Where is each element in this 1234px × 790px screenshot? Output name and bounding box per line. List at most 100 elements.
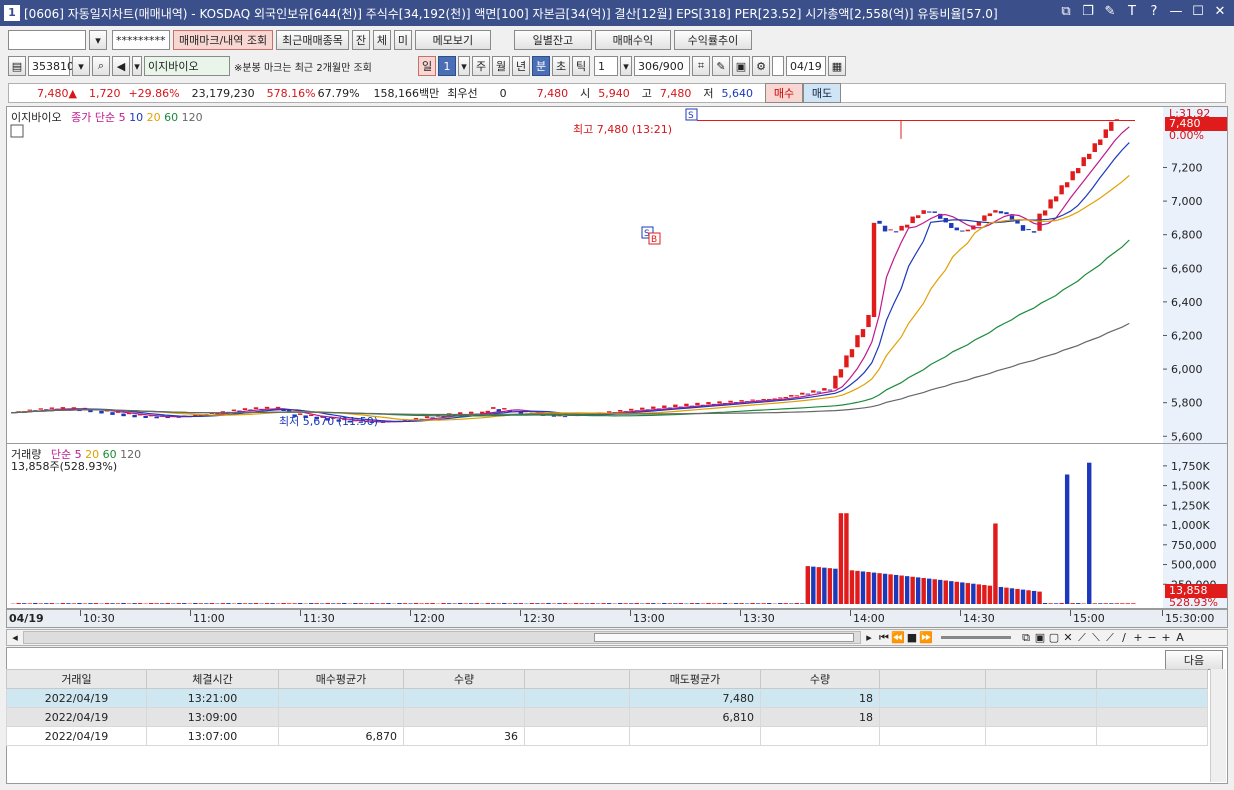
draw-icon[interactable]: ✎ xyxy=(712,56,730,76)
trend-line-icon[interactable]: ⟋ xyxy=(1075,631,1089,645)
col-buy-avg[interactable]: 매수평균가 xyxy=(278,669,404,689)
account-dropdown-icon[interactable]: ▾ xyxy=(89,30,107,50)
volume-bar xyxy=(739,603,744,604)
speaker-dropdown-icon[interactable]: ▾ xyxy=(132,56,142,76)
calendar-icon[interactable]: ▦ xyxy=(828,56,846,76)
volume-bar xyxy=(402,603,408,604)
toolbar-2: ▤ 353810 ▾ ⌕ ◀ ▾ 이지바이오 ※분봉 마크는 최근 2개월만 조… xyxy=(8,56,1234,76)
price-axis-label: 6,800 xyxy=(1171,229,1203,242)
trade-mark-query-button[interactable]: 매매마크/내역 조회 xyxy=(173,30,274,50)
candle xyxy=(1075,168,1081,174)
buy-button[interactable]: 매수 xyxy=(765,83,804,103)
col-buy-qty[interactable]: 수량 xyxy=(403,669,525,689)
chart-nav-bar: ◂ ▸ ⏮ ⏪ ■ ⏩ ⧉ ▣ ▢ ✕ ⟋ ⟍ ⟋ ∕ + − + A xyxy=(6,629,1228,646)
speaker-icon[interactable]: ◀ xyxy=(112,56,130,76)
period-day-button[interactable]: 일 xyxy=(418,56,436,76)
stop-icon[interactable]: ■ xyxy=(905,631,919,644)
indicator-icon[interactable]: ⌗ xyxy=(692,56,710,76)
memo-button[interactable]: 메모보기 xyxy=(414,30,491,50)
table-row[interactable]: 2022/04/19 13:09:00 6,810 18 xyxy=(6,707,1208,727)
col-exec-time[interactable]: 체결시간 xyxy=(146,669,279,689)
search-icon[interactable]: ⌕ xyxy=(92,56,110,76)
volume-bar xyxy=(866,572,871,604)
sell-button[interactable]: 매도 xyxy=(803,83,842,103)
period-second-button[interactable]: 초 xyxy=(552,56,570,76)
chart-scrollbar[interactable] xyxy=(23,631,861,644)
ray-icon[interactable]: ∕ xyxy=(1117,631,1131,644)
recent-trades-button[interactable]: 최근매매종목 xyxy=(276,30,349,50)
angle-icon[interactable]: ⟋ xyxy=(1103,631,1117,645)
period-dropdown-icon[interactable]: ▾ xyxy=(458,56,470,76)
settings-gear-icon[interactable]: ⚙ xyxy=(752,56,770,76)
text-icon[interactable]: A xyxy=(1173,631,1187,644)
code-dropdown-icon[interactable]: ▾ xyxy=(72,56,90,76)
volume-bar xyxy=(827,568,833,604)
quote-vol-ratio: 578.16% xyxy=(266,86,316,100)
account-input[interactable] xyxy=(8,30,86,50)
save-icon[interactable]: ▣ xyxy=(732,56,750,76)
volume-bar xyxy=(877,573,882,604)
table-row[interactable]: 2022/04/19 13:07:00 6,870 36 xyxy=(6,726,1208,746)
zoom-out-icon[interactable]: − xyxy=(1145,631,1159,644)
help-icon[interactable]: ? xyxy=(1146,4,1162,19)
scroll-thumb[interactable] xyxy=(594,633,854,642)
interval-dropdown-icon[interactable]: ▾ xyxy=(620,56,632,76)
candle xyxy=(264,406,270,409)
next-icon[interactable]: ⏩ xyxy=(919,631,933,644)
pin-icon[interactable]: ✎ xyxy=(1102,4,1118,19)
volume-bar xyxy=(308,603,314,604)
col-sell-avg[interactable]: 매도평균가 xyxy=(629,669,761,689)
copy-window-icon[interactable]: ❐ xyxy=(1080,4,1096,19)
table-row[interactable]: 2022/04/19 13:21:00 7,480 18 xyxy=(6,688,1208,708)
period-minute-button[interactable]: 분 xyxy=(532,56,550,76)
trade-profit-button[interactable]: 매매수익 xyxy=(594,30,671,50)
candle xyxy=(424,416,430,419)
zoom-box-icon[interactable]: ▣ xyxy=(1033,631,1047,644)
table-cell: 6,870 xyxy=(278,726,404,746)
table-cell xyxy=(879,707,986,727)
col-sell-qty[interactable]: 수량 xyxy=(760,669,880,689)
price-chart[interactable]: 7,200 7,000 6,800 6,600 6,400 6,200 6,000 5,800… xyxy=(7,107,1227,443)
prev-icon[interactable]: ⏪ xyxy=(891,631,905,644)
period-year-button[interactable]: 년 xyxy=(512,56,530,76)
volume-bar xyxy=(1125,603,1131,604)
next-page-button[interactable]: 다음 xyxy=(1165,650,1223,670)
daily-balance-button[interactable]: 일별잔고 xyxy=(513,30,592,50)
maximize-icon[interactable]: ☐ xyxy=(1190,4,1206,19)
balance-button[interactable]: 잔 xyxy=(351,30,370,50)
table-scrollbar[interactable] xyxy=(1210,669,1226,782)
zoom-fit-icon[interactable]: ⧉ xyxy=(1019,631,1033,645)
period-week-button[interactable]: 주 xyxy=(472,56,490,76)
password-input[interactable]: ********* xyxy=(112,30,170,50)
period-value-button[interactable]: 1 xyxy=(438,56,456,76)
time-tick xyxy=(300,610,301,616)
minimize-icon[interactable]: — xyxy=(1168,4,1184,19)
scroll-left-icon[interactable]: ◂ xyxy=(7,631,23,644)
zoom-slider[interactable] xyxy=(941,636,1011,639)
return-trend-button[interactable]: 수익률추이 xyxy=(673,30,752,50)
first-icon[interactable]: ⏮ xyxy=(877,631,891,645)
candle xyxy=(1087,153,1092,160)
volume-bar xyxy=(551,603,557,604)
volume-chart[interactable]: 1,750K1,500K1,250K1,000K750,000500,00025… xyxy=(7,444,1227,608)
interval-input[interactable]: 1 xyxy=(594,56,618,76)
period-month-button[interactable]: 월 xyxy=(492,56,510,76)
line-icon[interactable]: ⟍ xyxy=(1089,631,1103,645)
scroll-right-icon[interactable]: ▸ xyxy=(861,631,877,644)
date-input[interactable]: 04/19 xyxy=(786,56,826,76)
stock-code-input[interactable]: 353810 xyxy=(28,56,74,76)
executed-button[interactable]: 체 xyxy=(372,30,391,50)
font-icon[interactable]: T xyxy=(1124,4,1140,19)
close-icon[interactable]: ✕ xyxy=(1212,4,1228,19)
zoom-window-icon[interactable]: ▢ xyxy=(1047,631,1061,644)
unfilled-button[interactable]: 미 xyxy=(393,30,412,50)
plus-icon[interactable]: + xyxy=(1159,631,1173,644)
table-cell xyxy=(524,688,630,708)
date-checkbox[interactable] xyxy=(772,56,784,76)
link-icon[interactable]: ⧉ xyxy=(1058,4,1074,19)
period-tick-button[interactable]: 틱 xyxy=(572,56,590,76)
zoom-in-icon[interactable]: + xyxy=(1131,631,1145,644)
col-trade-date[interactable]: 거래일 xyxy=(6,669,147,689)
cross-icon[interactable]: ✕ xyxy=(1061,631,1075,644)
layout-icon[interactable]: ▤ xyxy=(8,56,26,76)
